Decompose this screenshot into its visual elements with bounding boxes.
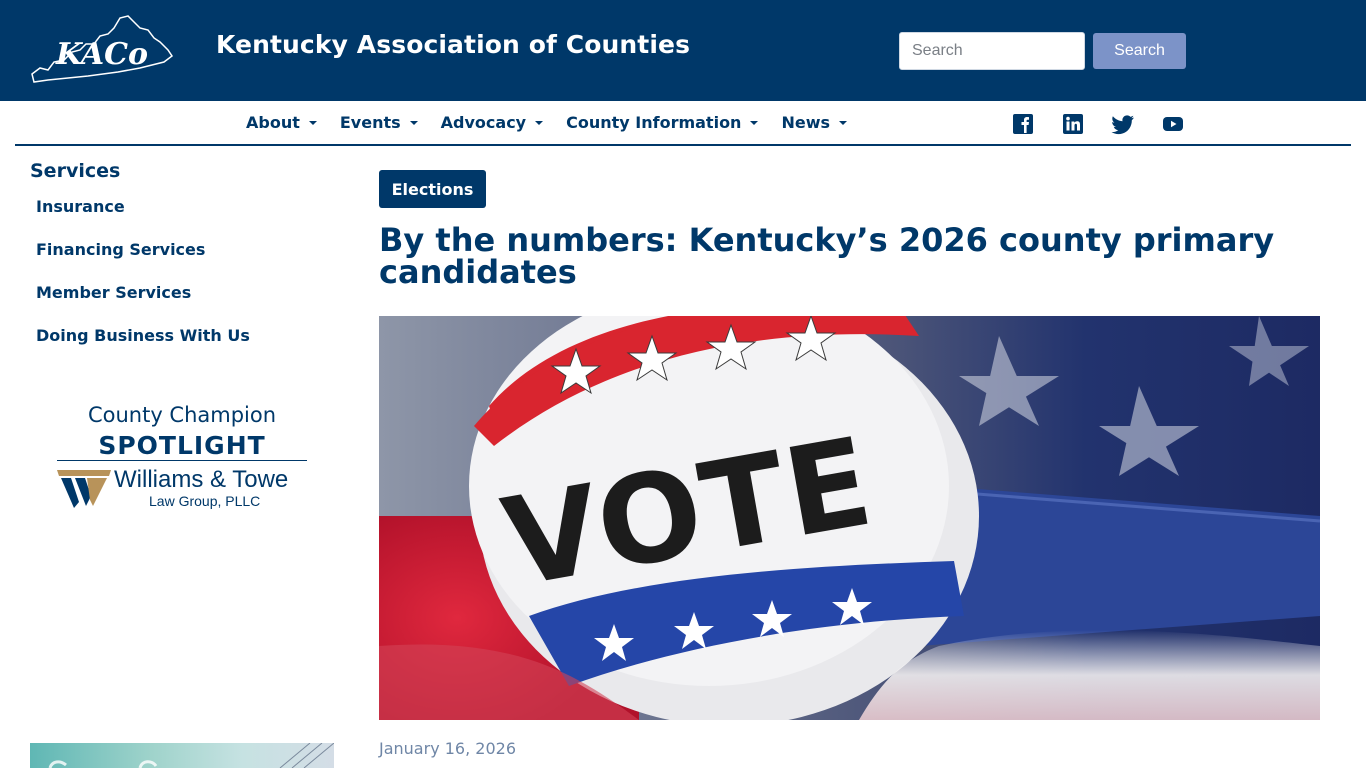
sidebar-ad-banner[interactable]: [30, 743, 334, 768]
nav-item-news[interactable]: News: [781, 113, 847, 132]
search-button[interactable]: Search: [1093, 33, 1186, 69]
nav-item-events[interactable]: Events: [340, 113, 418, 132]
article-title: By the numbers: Kentucky’s 2026 county p…: [379, 221, 1275, 291]
article-date: January 16, 2026: [379, 739, 516, 758]
nav-item-label: County Information: [566, 113, 742, 132]
county-champion-spotlight[interactable]: County Champion SPOTLIGHT Williams & Tow…: [30, 400, 334, 520]
search-input[interactable]: [899, 32, 1085, 70]
nav-item-label: Events: [339, 113, 401, 132]
nav-item-label: Advocacy: [440, 113, 527, 132]
chevron-down-icon: [409, 120, 418, 125]
facebook-icon[interactable]: [1012, 113, 1034, 135]
sponsor-subtitle: Law Group, PLLC: [149, 493, 261, 509]
chevron-down-icon: [535, 120, 544, 125]
nav-item-label: About: [246, 113, 300, 132]
youtube-icon[interactable]: [1161, 113, 1185, 135]
williams-towe-logo-icon: [57, 466, 111, 514]
chevron-down-icon: [308, 120, 317, 125]
category-badge[interactable]: Elections: [379, 170, 486, 208]
sidebar-link-financing-services[interactable]: Financing Services: [36, 240, 205, 259]
sidebar-link-insurance[interactable]: Insurance: [36, 197, 125, 216]
chevron-down-icon: [750, 120, 759, 125]
champion-label: County Champion: [87, 403, 277, 427]
chevron-down-icon: [839, 120, 847, 125]
nav-item-about[interactable]: About: [246, 113, 317, 132]
sponsor-name: Williams & Towe: [114, 466, 289, 493]
logo-text: KACo: [55, 37, 148, 72]
nav-menu: About Events Advocacy County Information…: [246, 113, 870, 132]
twitter-icon[interactable]: [1111, 113, 1135, 135]
divider: [57, 460, 307, 461]
nav-item-county-information[interactable]: County Information: [566, 113, 759, 132]
linkedin-icon[interactable]: [1062, 113, 1084, 135]
spotlight-label: SPOTLIGHT: [98, 431, 266, 460]
nav-item-label: News: [781, 113, 830, 132]
nav-item-advocacy[interactable]: Advocacy: [440, 113, 544, 132]
main-nav: About Events Advocacy County Information…: [15, 101, 1351, 146]
hero-image-vote-button: VOTE: [379, 316, 1320, 720]
site-header: KACo Kentucky Association of Counties Se…: [0, 0, 1366, 101]
kaco-logo[interactable]: KACo: [28, 14, 174, 86]
sidebar-link-member-services[interactable]: Member Services: [36, 283, 191, 302]
site-title[interactable]: Kentucky Association of Counties: [216, 30, 690, 59]
sidebar-heading: Services: [30, 160, 121, 182]
sidebar-link-doing-business[interactable]: Doing Business With Us: [36, 326, 250, 345]
